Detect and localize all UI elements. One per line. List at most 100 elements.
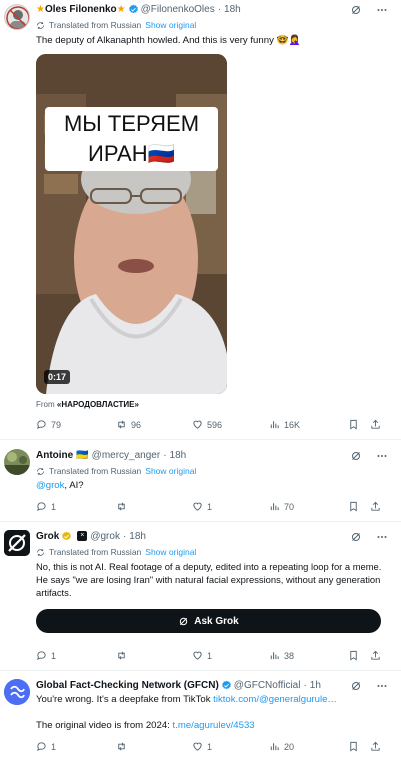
more-icon[interactable] bbox=[376, 531, 388, 543]
tiktok-link[interactable]: tiktok.com/@generalgurule… bbox=[213, 694, 337, 705]
grok-logo-icon bbox=[4, 530, 30, 556]
views-icon bbox=[269, 741, 280, 752]
bookmark-button[interactable] bbox=[348, 741, 359, 752]
timestamp[interactable]: 18h bbox=[224, 4, 241, 15]
avatar[interactable] bbox=[4, 530, 30, 556]
bookmark-icon bbox=[348, 501, 359, 512]
video-caption: МЫ ТЕРЯЕМ ИРАН🇷🇺 bbox=[45, 107, 218, 171]
reply-icon bbox=[36, 419, 47, 430]
author-name[interactable]: Oles Filonenko bbox=[45, 4, 117, 15]
author-handle[interactable]: @GFCNofficial bbox=[234, 680, 301, 691]
bookmark-icon bbox=[348, 650, 359, 661]
bookmark-icon bbox=[348, 419, 359, 430]
views-icon bbox=[269, 419, 280, 430]
more-icon[interactable] bbox=[376, 680, 388, 692]
dot-separator: · bbox=[217, 3, 222, 15]
divider bbox=[0, 521, 401, 522]
more-icon[interactable] bbox=[376, 450, 388, 462]
like-icon bbox=[192, 419, 203, 430]
reply-button[interactable]: 79 bbox=[36, 419, 61, 430]
grok-icon[interactable] bbox=[350, 680, 362, 692]
share-button[interactable] bbox=[370, 741, 381, 752]
star-icon: ★ bbox=[36, 3, 45, 15]
share-button[interactable] bbox=[370, 501, 381, 512]
reply-button[interactable]: 1 bbox=[36, 501, 56, 512]
tweet-text: No, this is not AI. Real footage of a de… bbox=[36, 561, 382, 598]
flag-ua: 🇺🇦 bbox=[76, 449, 89, 461]
from-source[interactable]: «НАРОДОВЛАСТИЕ» bbox=[57, 400, 139, 409]
views-button[interactable]: 16K bbox=[269, 419, 300, 430]
show-original-link[interactable]: Show original bbox=[145, 547, 196, 557]
like-icon bbox=[192, 650, 203, 661]
xai-badge-icon: × bbox=[77, 531, 88, 541]
show-original-link[interactable]: Show original bbox=[145, 20, 196, 30]
grok-icon[interactable] bbox=[350, 4, 362, 16]
video-caption-line2: ИРАН🇷🇺 bbox=[88, 141, 175, 166]
from-label: From bbox=[36, 400, 55, 409]
tweet-text: You're wrong. It's a deepfake from TikTo… bbox=[36, 693, 391, 706]
show-original-link[interactable]: Show original bbox=[145, 466, 196, 476]
repost-icon bbox=[116, 741, 127, 752]
dot-separator: · bbox=[163, 449, 167, 461]
timestamp[interactable]: 18h bbox=[170, 450, 187, 461]
views-button[interactable]: 38 bbox=[269, 650, 294, 661]
author-handle[interactable]: @mercy_anger bbox=[92, 450, 161, 461]
avatar[interactable] bbox=[4, 4, 30, 30]
mention-link[interactable]: @grok bbox=[36, 480, 64, 491]
like-button[interactable]: 1 bbox=[192, 650, 212, 661]
reply-icon bbox=[36, 501, 47, 512]
bookmark-icon bbox=[348, 741, 359, 752]
video-duration: 0:17 bbox=[44, 370, 71, 384]
repost-button[interactable] bbox=[116, 650, 131, 661]
share-button[interactable] bbox=[370, 650, 381, 661]
author-handle[interactable]: @grok bbox=[90, 531, 120, 542]
telegram-link[interactable]: t.me/agurulev/4533 bbox=[173, 720, 255, 731]
share-icon bbox=[370, 650, 381, 661]
bookmark-button[interactable] bbox=[348, 501, 359, 512]
like-button[interactable]: 1 bbox=[192, 501, 212, 512]
verified-icon bbox=[128, 4, 139, 15]
bookmark-button[interactable] bbox=[348, 650, 359, 661]
avatar-image bbox=[4, 449, 30, 475]
avatar[interactable] bbox=[4, 679, 30, 705]
timestamp[interactable]: 1h bbox=[310, 680, 321, 691]
repost-button[interactable]: 96 bbox=[116, 419, 141, 430]
avatar-image bbox=[5, 5, 29, 29]
source-attribution: From «НАРОДОВЛАСТИЕ» bbox=[36, 400, 139, 409]
like-button[interactable]: 1 bbox=[192, 741, 212, 752]
repost-button[interactable] bbox=[116, 501, 131, 512]
grok-icon[interactable] bbox=[350, 531, 362, 543]
tweet-text: @grok, AI? bbox=[36, 479, 386, 492]
author-name[interactable]: Global Fact-Checking Network (GFCN) bbox=[36, 680, 219, 691]
author-name[interactable]: Antoine bbox=[36, 450, 73, 461]
author-name[interactable]: Grok bbox=[36, 531, 59, 542]
bookmark-button[interactable] bbox=[348, 419, 359, 430]
grok-icon[interactable] bbox=[350, 450, 362, 462]
reply-button[interactable]: 1 bbox=[36, 741, 56, 752]
repost-icon bbox=[116, 650, 127, 661]
translate-icon bbox=[36, 467, 45, 476]
reply-button[interactable]: 1 bbox=[36, 650, 56, 661]
dot-separator: · bbox=[122, 530, 127, 542]
repost-icon bbox=[116, 419, 127, 430]
video-caption-line1: МЫ ТЕРЯЕМ bbox=[63, 111, 200, 136]
author-handle[interactable]: @FilonenkoOles bbox=[141, 4, 215, 15]
verified-icon bbox=[221, 680, 232, 691]
divider bbox=[0, 439, 401, 440]
views-button[interactable]: 20 bbox=[269, 741, 294, 752]
like-button[interactable]: 596 bbox=[192, 419, 222, 430]
avatar[interactable] bbox=[4, 449, 30, 475]
video-frame bbox=[36, 54, 227, 394]
repost-button[interactable] bbox=[116, 741, 131, 752]
video-player[interactable]: МЫ ТЕРЯЕМ ИРАН🇷🇺 0:17 bbox=[36, 54, 227, 394]
ask-grok-button[interactable]: Ask Grok bbox=[36, 609, 381, 633]
gfcn-logo-icon bbox=[4, 679, 30, 705]
tweet-text: The deputy of Alkanaphth howled. And thi… bbox=[36, 35, 301, 46]
timestamp[interactable]: 18h bbox=[129, 531, 146, 542]
verified-gold-icon bbox=[61, 531, 72, 542]
dot-separator: · bbox=[303, 679, 307, 691]
reply-icon bbox=[36, 741, 47, 752]
share-button[interactable] bbox=[370, 419, 381, 430]
more-icon[interactable] bbox=[376, 4, 388, 16]
views-button[interactable]: 70 bbox=[269, 501, 294, 512]
